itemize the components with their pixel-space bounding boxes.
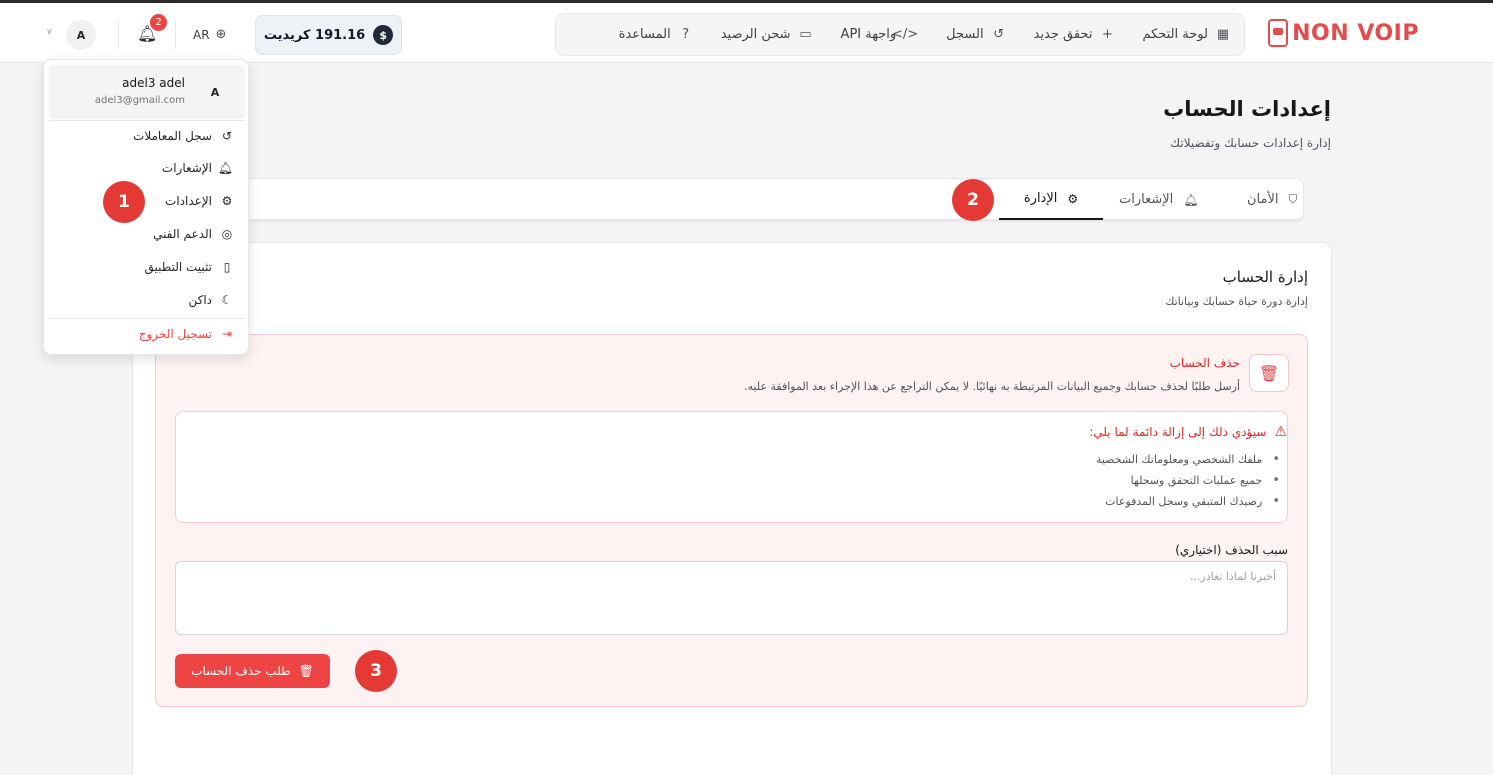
page-title: إعدادات الحساب — [1163, 97, 1331, 121]
reason-textarea[interactable] — [175, 561, 1288, 635]
request-delete-label: طلب حذف الحساب — [191, 664, 291, 678]
nav-history-label: السجل — [946, 27, 984, 42]
menu-item-logout[interactable]: ⇥ تسجيل الخروج — [139, 327, 233, 341]
step-marker-3: 3 — [355, 650, 397, 692]
nav-new-verification[interactable]: + تحقق جديد — [1034, 27, 1115, 42]
user-avatar-button[interactable]: A — [66, 20, 96, 50]
help-circle-icon: ? — [682, 27, 690, 42]
globe-icon: ⊕ — [215, 27, 227, 42]
user-profile-block: A adel3 adel adel3@gmail.com — [49, 65, 245, 119]
warning-list: ملفك الشخصي ومعلوماتك الشخصية جميع عمليا… — [1096, 449, 1280, 512]
menu-item-transactions[interactable]: ↺ سجل المعاملات — [133, 129, 233, 143]
grid-icon: ▦ — [1216, 27, 1230, 42]
divider — [118, 21, 119, 49]
menu-item-dark-mode[interactable]: ☾ داكن — [188, 293, 233, 307]
dollar-icon: $ — [373, 25, 394, 45]
tab-notifications-label: الإشعارات — [1119, 192, 1174, 207]
step-marker-1: 1 — [103, 181, 145, 223]
section-subtitle: إدارة دورة حياة حسابك وبياناتك — [1165, 295, 1308, 308]
section-title: إدارة الحساب — [1222, 268, 1308, 286]
history-icon: ↺ — [221, 129, 233, 143]
code-icon: </> — [891, 27, 919, 42]
credit-balance-button[interactable]: $ 191.16 كريديت — [255, 15, 402, 55]
history-icon: ↺ — [993, 27, 1005, 42]
shield-icon: ⛉ — [1288, 192, 1298, 206]
nav-new-verification-label: تحقق جديد — [1033, 27, 1093, 42]
menu-item-support[interactable]: ◎ الدعم الفني — [153, 227, 233, 241]
warning-heading: ⚠ سيؤدي ذلك إلى إزالة دائمة لما يلي: — [1089, 424, 1287, 440]
smartphone-icon: ▯ — [223, 260, 231, 274]
moon-icon: ☾ — [221, 293, 233, 307]
reason-label: سبب الحذف (اختياري) — [1175, 543, 1288, 557]
list-item: رصيدك المتبقي وسجل المدفوعات — [1096, 491, 1280, 512]
nav-api[interactable]: </> واجهة API — [841, 27, 919, 42]
trash-icon: 🗑︎ — [298, 664, 314, 678]
nav-dashboard[interactable]: ▦ لوحة التحكم — [1142, 27, 1230, 42]
tab-management-label: الإدارة — [1023, 191, 1058, 206]
bell-icon: 🔔︎ — [217, 161, 233, 175]
plus-icon: + — [1102, 27, 1113, 42]
chevron-down-icon[interactable]: ∨ — [46, 27, 53, 37]
user-email: adel3@gmail.com — [94, 95, 185, 106]
tab-notifications[interactable]: 🔔︎ الإشعارات — [1119, 179, 1199, 220]
logo-text-non: NON — [1292, 20, 1350, 46]
nav-help-label: المساعدة — [618, 27, 671, 42]
logo-text-voip: VOIP — [1357, 20, 1419, 46]
delete-account-title: حذف الحساب — [1169, 356, 1240, 370]
language-switcher[interactable]: AR ⊕ — [193, 27, 226, 42]
menu-item-install-app[interactable]: ▯ تثبيت التطبيق — [144, 260, 233, 274]
logout-icon: ⇥ — [221, 327, 233, 341]
language-code: AR — [193, 27, 210, 42]
trash-icon: 🗑︎ — [1249, 354, 1289, 392]
notification-count-badge: 2 — [150, 14, 167, 31]
user-dropdown-menu: A adel3 adel adel3@gmail.com ↺ سجل المعا… — [43, 59, 249, 355]
lifebuoy-icon: ◎ — [221, 227, 233, 241]
tab-security-label: الأمان — [1247, 192, 1279, 207]
nonvoip-logo[interactable]: NON VOIP — [1268, 19, 1419, 47]
phone-logo-icon — [1268, 19, 1289, 47]
top-bar: NON VOIP ▦ لوحة التحكم + تحقق جديد ↺ الس… — [0, 0, 1493, 63]
user-name: adel3 adel — [122, 76, 185, 90]
divider — [49, 120, 245, 121]
gear-icon: ⚙ — [221, 194, 233, 208]
list-item: ملفك الشخصي ومعلوماتك الشخصية — [1096, 449, 1280, 470]
alert-triangle-icon: ⚠ — [1274, 424, 1287, 440]
avatar: A — [210, 85, 220, 99]
page-subtitle: إدارة إعدادات حسابك وتفضيلاتك — [1170, 136, 1331, 150]
menu-item-notifications[interactable]: 🔔︎ الإشعارات — [162, 161, 233, 175]
step-marker-2: 2 — [952, 179, 994, 221]
warning-title: سيؤدي ذلك إلى إزالة دائمة لما يلي: — [1089, 425, 1267, 439]
settings-tabs: ⛉ الأمان 🔔︎ الإشعارات ⚙ الإدارة — [132, 178, 1304, 220]
menu-item-settings[interactable]: ⚙ الإعدادات — [165, 194, 233, 208]
divider — [49, 318, 245, 319]
nav-topup-label: شحن الرصيد — [720, 27, 791, 42]
delete-account-description: أرسل طلبًا لحذف حسابك وجميع البيانات الم… — [744, 380, 1240, 393]
tab-security[interactable]: ⛉ الأمان — [1247, 179, 1298, 220]
main-nav: ▦ لوحة التحكم + تحقق جديد ↺ السجل </> وا… — [555, 13, 1245, 56]
gear-icon: ⚙ — [1067, 191, 1079, 206]
credit-balance-label: 191.16 كريديت — [263, 27, 366, 43]
wallet-icon: ▭ — [799, 27, 812, 42]
bell-icon: 🔔︎ — [1183, 192, 1199, 207]
nav-topup[interactable]: ▭ شحن الرصيد — [721, 27, 813, 42]
nav-api-label: واجهة API — [840, 27, 897, 42]
tab-management[interactable]: ⚙ الإدارة — [999, 179, 1103, 220]
nav-dashboard-label: لوحة التحكم — [1142, 27, 1208, 42]
divider — [175, 21, 176, 49]
nav-help[interactable]: ? المساعدة — [619, 27, 693, 42]
list-item: جميع عمليات التحقق وسجلها — [1096, 470, 1280, 491]
request-delete-account-button[interactable]: 🗑︎ طلب حذف الحساب — [175, 654, 330, 688]
nav-history[interactable]: ↺ السجل — [946, 27, 1005, 42]
